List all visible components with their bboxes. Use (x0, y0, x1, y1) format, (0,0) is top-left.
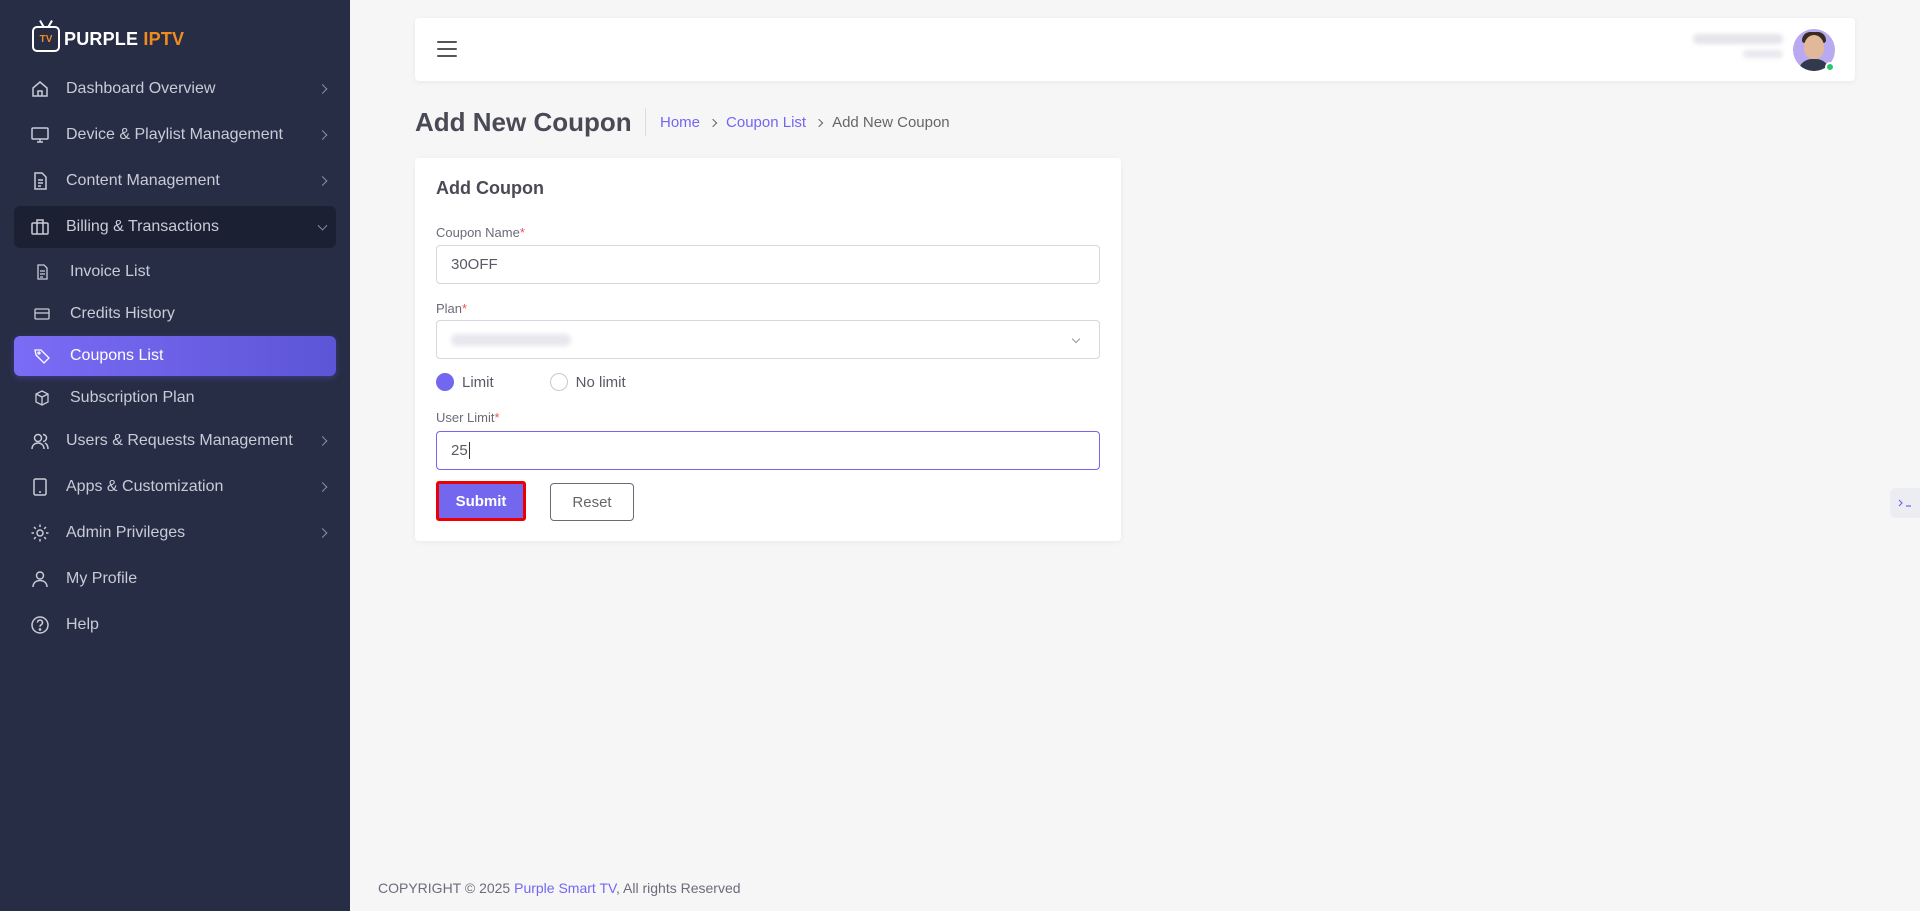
sidebar-subitem-label: Subscription Plan (70, 389, 195, 406)
breadcrumb-current: Add New Coupon (832, 114, 950, 131)
sidebar-item-help[interactable]: Help (14, 604, 336, 646)
sidebar-item-dashboard-overview[interactable]: Dashboard Overview (14, 68, 336, 110)
breadcrumb: Home Coupon List Add New Coupon (660, 114, 950, 131)
chevron-right-icon (814, 118, 824, 127)
sidebar-item-label: Users & Requests Management (66, 432, 293, 449)
plan-selected-value-blurred (451, 333, 571, 346)
chevron-right-icon (317, 528, 328, 538)
submit-button[interactable]: Submit (436, 481, 526, 521)
sidebar-subitem-label: Credits History (70, 305, 175, 322)
sidebar-item-label: Billing & Transactions (66, 218, 219, 235)
plan-select[interactable] (436, 320, 1100, 359)
chevron-down-icon (317, 220, 328, 231)
sidebar-subitem-invoice-list[interactable]: Invoice List (14, 252, 336, 292)
sidebar-item-label: Apps & Customization (66, 478, 224, 495)
user-icon (30, 569, 50, 589)
chevron-right-icon (317, 436, 328, 446)
sidebar-subitem-credits-history[interactable]: Credits History (14, 294, 336, 334)
sidebar: TV PURPLE IPTV Dashboard Overview Device… (0, 0, 350, 911)
page-title: Add New Coupon (415, 107, 632, 137)
sidebar-subitem-label: Invoice List (70, 263, 151, 280)
coupon-name-value: 30OFF (451, 256, 498, 273)
tablet-icon (30, 477, 50, 497)
side-widget-tab[interactable] (1890, 488, 1920, 518)
brand-logo[interactable]: TV PURPLE IPTV (32, 22, 184, 56)
required-mark: * (494, 410, 500, 425)
online-status-dot (1825, 62, 1835, 72)
coupon-name-label: Coupon Name* (436, 225, 525, 240)
menu-toggle-icon[interactable] (437, 41, 457, 57)
brand-name-part1: PURPLE (64, 28, 139, 49)
sidebar-item-content-management[interactable]: Content Management (14, 160, 336, 202)
sidebar-item-admin-privileges[interactable]: Admin Privileges (14, 512, 336, 554)
sidebar-item-label: Help (66, 616, 99, 633)
radio-unchecked-icon (549, 373, 568, 391)
tag-icon (34, 348, 50, 364)
sidebar-item-device-playlist[interactable]: Device & Playlist Management (14, 114, 336, 156)
user-limit-value: 25 (451, 442, 468, 459)
plan-label: Plan* (436, 301, 468, 316)
user-limit-label: User Limit* (436, 410, 500, 425)
sidebar-item-label: Content Management (66, 172, 220, 189)
top-header (415, 18, 1855, 81)
text-cursor (468, 442, 470, 459)
chevron-right-icon (317, 130, 328, 140)
briefcase-icon (30, 217, 50, 237)
credit-card-icon (34, 306, 50, 322)
limit-radio[interactable]: Limit (436, 373, 494, 391)
footer-brand-link[interactable]: Purple Smart TV (514, 880, 616, 896)
limit-radio-group: Limit No limit (436, 373, 682, 391)
card-title: Add Coupon (436, 178, 544, 198)
breadcrumb-coupon-list-link[interactable]: Coupon List (726, 114, 806, 131)
no-limit-radio[interactable]: No limit (549, 373, 626, 391)
chevron-right-icon (708, 118, 718, 127)
sidebar-nav: Dashboard Overview Device & Playlist Man… (14, 68, 336, 650)
brand-name-part2: IPTV (143, 28, 185, 49)
required-mark: * (519, 225, 525, 240)
help-icon (30, 615, 50, 635)
home-icon (30, 79, 50, 99)
tv-icon: TV (32, 26, 60, 52)
sidebar-subitem-label: Coupons List (70, 347, 164, 364)
sidebar-item-users-requests[interactable]: Users & Requests Management (14, 420, 336, 462)
box-icon (34, 390, 50, 406)
required-mark: * (462, 301, 468, 316)
chevron-right-icon (317, 176, 328, 186)
reset-button[interactable]: Reset (550, 483, 634, 521)
sidebar-item-label: Dashboard Overview (66, 80, 216, 97)
sidebar-item-label: Device & Playlist Management (66, 126, 283, 143)
chevron-right-icon (317, 84, 328, 94)
sidebar-subitem-coupons-list[interactable]: Coupons List (14, 336, 336, 376)
sidebar-item-label: Admin Privileges (66, 524, 186, 541)
gear-icon (30, 523, 50, 543)
footer: COPYRIGHT © 2025 Purple Smart TV, All ri… (378, 880, 741, 896)
user-limit-input[interactable]: 25 (436, 431, 1100, 470)
chevron-right-icon (317, 482, 328, 492)
sidebar-item-my-profile[interactable]: My Profile (14, 558, 336, 600)
sidebar-subitem-subscription-plan[interactable]: Subscription Plan (14, 378, 336, 418)
file-icon (34, 264, 50, 280)
breadcrumb-home-link[interactable]: Home (660, 114, 700, 131)
radio-checked-icon (436, 373, 454, 391)
user-info-blurred (1693, 34, 1783, 64)
sidebar-item-apps-customization[interactable]: Apps & Customization (14, 466, 336, 508)
chevron-down-icon (1071, 334, 1081, 344)
sidebar-item-label: My Profile (66, 570, 138, 587)
monitor-icon (30, 125, 50, 145)
sidebar-item-billing-transactions[interactable]: Billing & Transactions (14, 206, 336, 248)
title-divider (645, 108, 646, 136)
document-icon (30, 171, 50, 191)
coupon-name-input[interactable]: 30OFF (436, 245, 1100, 284)
users-icon (30, 431, 50, 451)
add-coupon-card: Add Coupon Coupon Name* 30OFF Plan* Limi… (415, 158, 1121, 541)
